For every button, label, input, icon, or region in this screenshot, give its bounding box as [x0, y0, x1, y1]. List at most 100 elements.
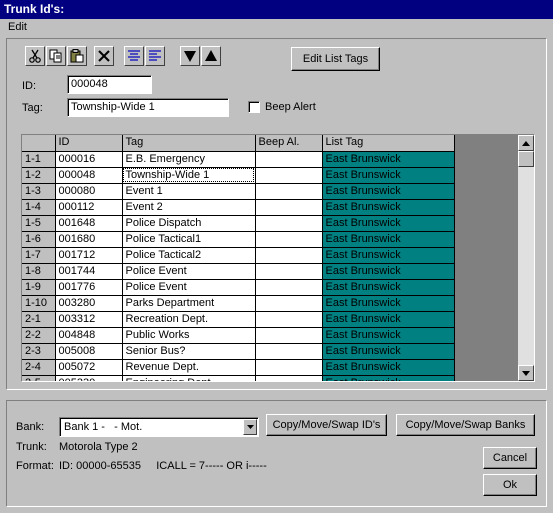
table-row[interactable]: 1-1 000016 E.B. Emergency East Brunswick — [22, 151, 455, 168]
cell-beep-alert[interactable] — [255, 343, 323, 360]
cell-tag[interactable]: Police Tactical1 — [122, 231, 256, 248]
cell-id[interactable]: 001776 — [55, 279, 123, 296]
cell-beep-alert[interactable] — [255, 183, 323, 200]
cell-list-tag[interactable]: East Brunswick — [322, 327, 455, 344]
trunk-id-grid[interactable]: ID Tag Beep Al. List Tag 1-1 000016 E.B. E… — [21, 134, 535, 382]
scroll-thumb[interactable] — [518, 151, 534, 167]
cell-id[interactable]: 003280 — [55, 295, 123, 312]
beep-alert-checkbox[interactable] — [248, 101, 260, 113]
cell-id[interactable]: 005330 — [55, 375, 123, 381]
cell-tag[interactable]: Revenue Dept. — [122, 359, 256, 376]
cell-list-tag[interactable]: East Brunswick — [322, 375, 455, 381]
table-row[interactable]: 1-5 001648 Police Dispatch East Brunswick — [22, 215, 455, 232]
header-beep-alert[interactable]: Beep Al. — [255, 135, 323, 152]
cell-id[interactable]: 000080 — [55, 183, 123, 200]
cell-beep-alert[interactable] — [255, 247, 323, 264]
cell-id[interactable]: 001680 — [55, 231, 123, 248]
table-row[interactable]: 2-2 004848 Public Works East Brunswick — [22, 327, 455, 344]
table-row[interactable]: 2-3 005008 Senior Bus? East Brunswick — [22, 343, 455, 360]
cell-beep-alert[interactable] — [255, 327, 323, 344]
vertical-scrollbar[interactable] — [518, 135, 534, 381]
cancel-button[interactable]: Cancel — [483, 447, 537, 469]
move-up-button[interactable] — [201, 46, 221, 66]
cell-list-tag[interactable]: East Brunswick — [322, 279, 455, 296]
edit-list-tags-button[interactable]: Edit List Tags — [291, 47, 380, 71]
cell-list-tag[interactable]: East Brunswick — [322, 183, 455, 200]
cell-list-tag[interactable]: East Brunswick — [322, 167, 455, 184]
scroll-down-button[interactable] — [518, 365, 534, 381]
table-row[interactable]: 1-7 001712 Police Tactical2 East Brunswick — [22, 247, 455, 264]
cell-beep-alert[interactable] — [255, 167, 323, 184]
cell-list-tag[interactable]: East Brunswick — [322, 311, 455, 328]
tag-field[interactable]: Township-Wide 1 — [67, 98, 229, 117]
table-row[interactable]: 1-2 000048 Township-Wide 1 East Brunswick — [22, 167, 455, 184]
cell-list-tag[interactable]: East Brunswick — [322, 199, 455, 216]
cell-tag[interactable]: Parks Department — [122, 295, 256, 312]
cell-tag[interactable]: Police Tactical2 — [122, 247, 256, 264]
cell-id[interactable]: 000016 — [55, 151, 123, 168]
cell-list-tag[interactable]: East Brunswick — [322, 359, 455, 376]
table-row[interactable]: 1-3 000080 Event 1 East Brunswick — [22, 183, 455, 200]
cell-tag[interactable]: Senior Bus? — [122, 343, 256, 360]
cell-id[interactable]: 003312 — [55, 311, 123, 328]
cell-id[interactable]: 001744 — [55, 263, 123, 280]
scroll-up-button[interactable] — [518, 135, 534, 151]
table-row[interactable]: 2-5005330Engineering Dept. East Brunswick — [22, 375, 455, 381]
cell-id[interactable]: 005008 — [55, 343, 123, 360]
cell-list-tag[interactable]: East Brunswick — [322, 343, 455, 360]
cell-tag[interactable]: Public Works — [122, 327, 256, 344]
table-row[interactable]: 2-1 003312 Recreation Dept. East Brunswick — [22, 311, 455, 328]
align-left-button[interactable] — [145, 46, 165, 66]
table-row[interactable]: 2-4 005072 Revenue Dept. East Brunswick — [22, 359, 455, 376]
cell-list-tag[interactable]: East Brunswick — [322, 263, 455, 280]
cell-tag[interactable]: E.B. Emergency — [122, 151, 256, 168]
id-field[interactable]: 000048 — [67, 75, 152, 94]
bank-dropdown[interactable]: Bank 1 - - Mot. — [59, 417, 259, 437]
cell-id[interactable]: 001648 — [55, 215, 123, 232]
cell-beep-alert[interactable] — [255, 151, 323, 168]
delete-button[interactable] — [94, 46, 114, 66]
cell-beep-alert[interactable] — [255, 231, 323, 248]
cell-list-tag[interactable]: East Brunswick — [322, 247, 455, 264]
cell-tag[interactable]: Police Event — [122, 263, 256, 280]
move-down-button[interactable] — [180, 46, 200, 66]
cell-tag[interactable]: Event 1 — [122, 183, 256, 200]
cell-beep-alert[interactable] — [255, 295, 323, 312]
cell-beep-alert[interactable] — [255, 215, 323, 232]
cell-list-tag[interactable]: East Brunswick — [322, 215, 455, 232]
cell-id[interactable]: 001712 — [55, 247, 123, 264]
copy-move-swap-banks-button[interactable]: Copy/Move/Swap Banks — [396, 414, 535, 436]
table-row[interactable]: 1-10 003280 Parks Department East Brunswick — [22, 295, 455, 312]
cell-beep-alert[interactable] — [255, 199, 323, 216]
cell-id[interactable]: 004848 — [55, 327, 123, 344]
cell-tag[interactable]: Police Dispatch — [122, 215, 256, 232]
cell-list-tag[interactable]: East Brunswick — [322, 231, 455, 248]
cell-list-tag[interactable]: East Brunswick — [322, 295, 455, 312]
bank-dropdown-button[interactable] — [243, 419, 257, 435]
header-tag[interactable]: Tag — [122, 135, 256, 152]
menu-edit[interactable]: Edit — [8, 20, 27, 34]
cell-id[interactable]: 000048 — [55, 167, 123, 184]
header-id[interactable]: ID — [55, 135, 123, 152]
cell-id[interactable]: 000112 — [55, 199, 123, 216]
cell-beep-alert[interactable] — [255, 375, 323, 381]
align-center-button[interactable] — [124, 46, 144, 66]
header-list-tag[interactable]: List Tag — [322, 135, 455, 152]
ok-button[interactable]: Ok — [483, 474, 537, 496]
cell-list-tag[interactable]: East Brunswick — [322, 151, 455, 168]
cell-tag[interactable]: Event 2 — [122, 199, 256, 216]
cell-beep-alert[interactable] — [255, 311, 323, 328]
paste-button[interactable] — [67, 46, 87, 66]
cell-beep-alert[interactable] — [255, 359, 323, 376]
cell-beep-alert[interactable] — [255, 263, 323, 280]
cell-tag[interactable]: Township-Wide 1 — [122, 167, 256, 184]
copy-move-swap-ids-button[interactable]: Copy/Move/Swap ID's — [266, 414, 387, 436]
cell-tag[interactable]: Police Event — [122, 279, 256, 296]
copy-button[interactable] — [46, 46, 66, 66]
table-row[interactable]: 1-9 001776 Police Event East Brunswick — [22, 279, 455, 296]
table-row[interactable]: 1-4 000112 Event 2 East Brunswick — [22, 199, 455, 216]
cell-tag[interactable]: Engineering Dept. — [122, 375, 256, 381]
table-row[interactable]: 1-6 001680 Police Tactical1 East Brunswick — [22, 231, 455, 248]
cell-beep-alert[interactable] — [255, 279, 323, 296]
table-row[interactable]: 1-8 001744 Police Event East Brunswick — [22, 263, 455, 280]
